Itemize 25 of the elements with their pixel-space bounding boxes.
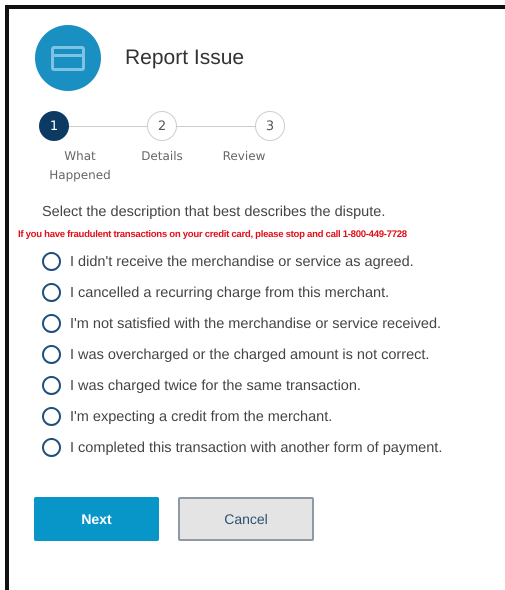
step-label: Review <box>222 148 266 165</box>
step-label: Details <box>140 148 184 165</box>
radio-button[interactable] <box>42 252 61 272</box>
radio-button[interactable] <box>42 376 61 396</box>
step-number: 3 <box>255 111 285 141</box>
step-label: What Happened <box>48 148 112 184</box>
radio-button[interactable] <box>42 407 61 426</box>
step-number: 1 <box>39 111 69 141</box>
step-number: 2 <box>147 111 177 141</box>
dialog-title: Report Issue <box>125 46 244 70</box>
cancel-button[interactable]: Cancel <box>178 497 314 542</box>
option-label[interactable]: I'm not satisfied with the merchandise or service received. <box>70 316 442 332</box>
option-label[interactable]: I was overcharged or the charged amount is not correct. <box>70 346 430 363</box>
option-label[interactable]: I completed this transaction with another form of payment. <box>70 440 442 456</box>
radio-button[interactable] <box>42 314 61 334</box>
option-label[interactable]: I didn't receive the merchandise or service as agreed. <box>70 254 414 270</box>
warning-text: If you have fraudulent transactions on your credit card, please stop and call 1-800-449-7728 <box>18 229 408 240</box>
credit-card-icon <box>35 25 101 91</box>
option-label[interactable]: I'm expecting a credit from the merchant. <box>70 408 332 425</box>
radio-button[interactable] <box>42 345 61 364</box>
option-label[interactable]: I was charged twice for the same transaction. <box>70 378 361 394</box>
instruction-text: Select the description that best describes the dispute. <box>42 204 386 220</box>
option-label[interactable]: I cancelled a recurring charge from this merchant. <box>70 284 390 301</box>
radio-button[interactable] <box>42 438 61 458</box>
radio-button[interactable] <box>42 283 61 302</box>
